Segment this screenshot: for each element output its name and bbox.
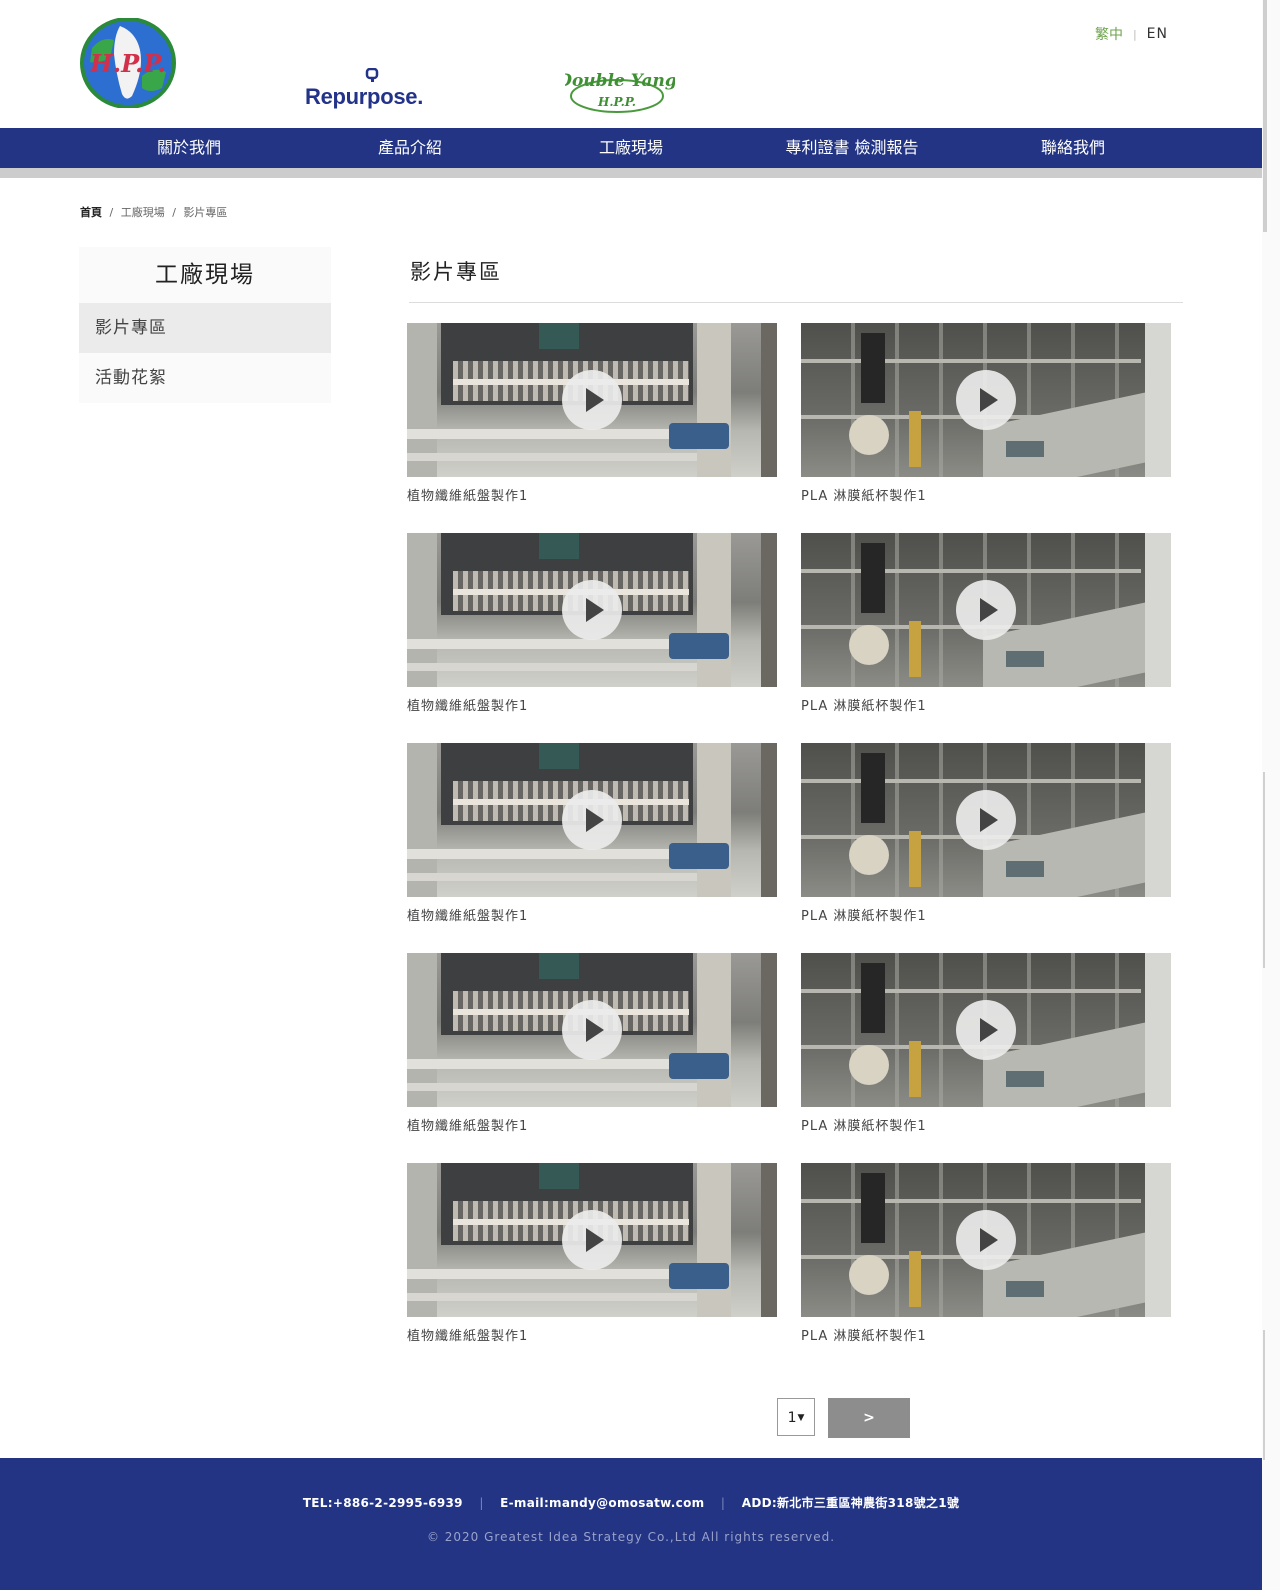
caret-down-icon: ▼: [797, 1413, 805, 1423]
video-card[interactable]: 植物纖維紙盤製作1: [407, 953, 777, 1134]
repurpose-logo-text: Repurpose.: [305, 84, 424, 109]
page-title: 影片專區: [410, 260, 502, 284]
repurpose-mark-icon: [365, 68, 379, 82]
video-caption[interactable]: 植物纖維紙盤製作1: [407, 905, 777, 924]
video-card[interactable]: PLA 淋膜紙杯製作1: [801, 953, 1171, 1134]
next-page-button[interactable]: >: [828, 1398, 910, 1438]
repurpose-logo[interactable]: Repurpose.: [305, 66, 445, 112]
lang-separator: |: [1132, 27, 1137, 41]
sidebar-title: 工廠現場: [155, 262, 255, 288]
play-icon[interactable]: [956, 790, 1016, 850]
video-thumbnail[interactable]: [801, 1163, 1171, 1317]
play-icon[interactable]: [562, 370, 622, 430]
nav-item-products[interactable]: 產品介紹: [300, 128, 520, 168]
video-card[interactable]: 植物纖維紙盤製作1: [407, 323, 777, 504]
footer-separator: |: [479, 1496, 484, 1510]
footer-tel: TEL:+886-2-2995-6939: [302, 1496, 463, 1510]
video-caption[interactable]: 植物纖維紙盤製作1: [407, 485, 777, 504]
video-thumbnail[interactable]: [407, 323, 777, 477]
footer-separator: |: [720, 1496, 726, 1510]
video-caption[interactable]: PLA 淋膜紙杯製作1: [801, 1115, 1171, 1134]
video-caption[interactable]: 植物纖維紙盤製作1: [407, 1115, 777, 1134]
video-thumbnail[interactable]: [801, 533, 1171, 687]
play-icon[interactable]: [956, 580, 1016, 640]
video-thumbnail[interactable]: [801, 953, 1171, 1107]
scrollbar-thumb[interactable]: [1263, 0, 1267, 232]
play-icon[interactable]: [562, 1000, 622, 1060]
nav-divider: [0, 168, 1262, 178]
double-yang-logo-text: Double Yang: [565, 71, 675, 91]
video-thumbnail[interactable]: [407, 533, 777, 687]
footer-address: ADD:新北市三重區神農街318號之1號: [741, 1496, 960, 1510]
video-thumbnail[interactable]: [407, 1163, 777, 1317]
sidebar: 工廠現場 影片專區 活動花絮: [79, 247, 331, 403]
footer-email[interactable]: E-mail:mandy@omosatw.com: [500, 1496, 704, 1510]
breadcrumb-separator: /: [109, 206, 114, 219]
double-yang-logo[interactable]: Double Yang H.P.P.: [556, 66, 677, 116]
play-icon[interactable]: [562, 1210, 622, 1270]
breadcrumb-factory[interactable]: 工廠現場: [121, 206, 165, 219]
double-yang-logo-sub: H.P.P.: [597, 95, 636, 109]
page-scrollbar[interactable]: [1262, 0, 1280, 1590]
video-card[interactable]: PLA 淋膜紙杯製作1: [801, 1163, 1171, 1344]
play-icon[interactable]: [956, 370, 1016, 430]
video-card[interactable]: PLA 淋膜紙杯製作1: [801, 533, 1171, 714]
video-card[interactable]: 植物纖維紙盤製作1: [407, 533, 777, 714]
video-thumbnail[interactable]: [407, 953, 777, 1107]
video-card[interactable]: 植物纖維紙盤製作1: [407, 743, 777, 924]
video-caption[interactable]: 植物纖維紙盤製作1: [407, 1325, 777, 1344]
page-select-value: 1: [787, 1410, 797, 1426]
video-card[interactable]: PLA 淋膜紙杯製作1: [801, 743, 1171, 924]
footer-contact: TEL:+886-2-2995-6939 | E-mail:mandy@omos…: [0, 1494, 1262, 1511]
page-select[interactable]: 1▼: [777, 1398, 815, 1436]
breadcrumb-separator: /: [172, 206, 176, 219]
sidebar-item-events[interactable]: 活動花絮: [79, 353, 331, 403]
video-thumbnail[interactable]: [801, 743, 1171, 897]
sidebar-item-videos[interactable]: 影片專區: [79, 303, 331, 353]
video-card[interactable]: PLA 淋膜紙杯製作1: [801, 323, 1171, 504]
video-card[interactable]: 植物纖維紙盤製作1: [407, 1163, 777, 1344]
breadcrumb-home[interactable]: 首頁: [80, 206, 102, 219]
breadcrumb: 首頁 / 工廠現場 / 影片專區: [80, 204, 227, 220]
lang-en-link[interactable]: EN: [1147, 26, 1168, 42]
hpp-logo[interactable]: H.P.P.: [80, 17, 176, 109]
site-header: H.P.P. Repurpose. Double Yang H.P.P. 繁中 …: [0, 0, 1262, 128]
main-nav: 關於我們 產品介紹 工廠現場 專利證書 檢測報告 聯絡我們: [0, 128, 1262, 168]
video-caption[interactable]: PLA 淋膜紙杯製作1: [801, 905, 1171, 924]
lang-zh-link[interactable]: 繁中: [1095, 24, 1123, 44]
video-caption[interactable]: 植物纖維紙盤製作1: [407, 695, 777, 714]
nav-item-patents[interactable]: 專利證書 檢測報告: [742, 128, 962, 168]
hpp-logo-text: H.P.P.: [89, 49, 166, 78]
video-caption[interactable]: PLA 淋膜紙杯製作1: [801, 485, 1171, 504]
video-caption[interactable]: PLA 淋膜紙杯製作1: [801, 1325, 1171, 1344]
video-thumbnail[interactable]: [407, 743, 777, 897]
video-thumbnail[interactable]: [801, 323, 1171, 477]
language-switcher: 繁中 | EN: [1095, 24, 1168, 44]
nav-item-about[interactable]: 關於我們: [79, 128, 299, 168]
play-icon[interactable]: [562, 580, 622, 640]
play-icon[interactable]: [956, 1210, 1016, 1270]
play-icon[interactable]: [956, 1000, 1016, 1060]
breadcrumb-current: 影片專區: [183, 206, 228, 219]
nav-item-contact[interactable]: 聯絡我們: [963, 128, 1183, 168]
nav-item-factory[interactable]: 工廠現場: [521, 128, 741, 168]
play-icon[interactable]: [562, 790, 622, 850]
video-caption[interactable]: PLA 淋膜紙杯製作1: [801, 695, 1171, 714]
title-divider: [409, 302, 1183, 303]
site-footer: TEL:+886-2-2995-6939 | E-mail:mandy@omos…: [0, 1458, 1262, 1590]
footer-copyright: © 2020 Greatest Idea Strategy Co.,Ltd Al…: [426, 1530, 836, 1544]
